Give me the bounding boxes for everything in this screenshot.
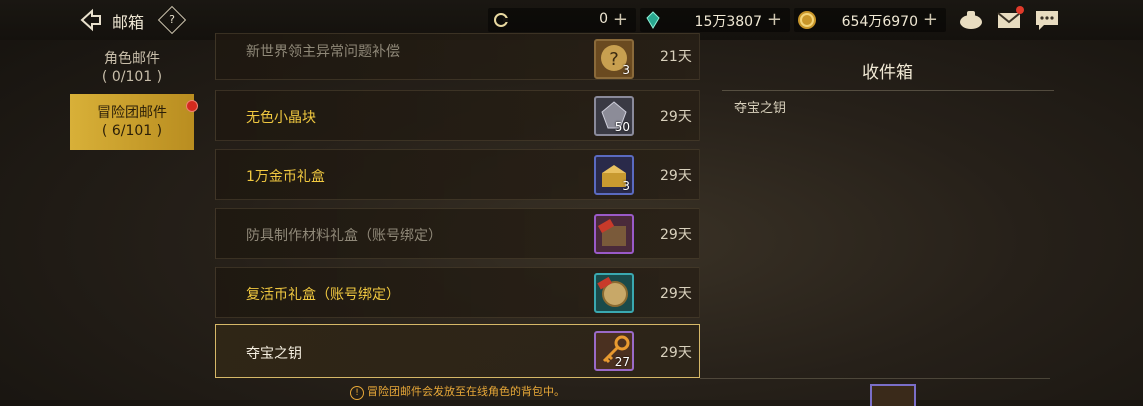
item-count: 3 bbox=[622, 63, 630, 77]
item-count: 27 bbox=[614, 355, 630, 369]
mail-item[interactable]: 防具制作材料礼盒（账号绑定） 29天 bbox=[215, 208, 700, 259]
gold-coin-icon bbox=[798, 11, 816, 29]
key-icon: 27 bbox=[594, 331, 634, 371]
mail-item[interactable]: 新世界领主异常问题补偿 ? 3 21天 bbox=[215, 33, 700, 80]
days-remaining: 21天 bbox=[660, 49, 692, 65]
days-remaining: 29天 bbox=[660, 168, 692, 184]
mail-title: 复活币礼盒（账号绑定） bbox=[246, 287, 400, 303]
gold-chest-icon: 3 bbox=[594, 155, 634, 195]
currency-value: 0 bbox=[599, 11, 608, 27]
mail-title: 夺宝之钥 bbox=[246, 346, 302, 362]
mail-item[interactable]: 复活币礼盒（账号绑定） 29天 bbox=[215, 267, 700, 318]
divider bbox=[700, 378, 1050, 379]
tab-character-mail[interactable]: 角色邮件 ( 0/101 ) bbox=[70, 50, 194, 90]
tab-adventure-team-mail[interactable]: 冒险团邮件 ( 6/101 ) bbox=[70, 94, 198, 150]
mail-title: 新世界领主异常问题补偿 bbox=[246, 44, 400, 60]
add-currency-button[interactable]: + bbox=[613, 9, 628, 30]
tab-label: 冒险团邮件 bbox=[97, 105, 167, 121]
coin-c-icon bbox=[492, 11, 510, 29]
currency-value: 15万3807 bbox=[694, 14, 762, 30]
svg-text:?: ? bbox=[609, 49, 619, 70]
warning-icon: ! bbox=[350, 386, 364, 400]
tab-count: ( 6/101 ) bbox=[101, 123, 163, 139]
divider bbox=[722, 90, 1054, 91]
days-remaining: 29天 bbox=[660, 286, 692, 302]
chat-icon[interactable] bbox=[1034, 9, 1060, 31]
mail-item-selected[interactable]: 夺宝之钥 27 29天 bbox=[215, 324, 700, 378]
tab-count: ( 0/101 ) bbox=[101, 69, 163, 85]
mail-title: 防具制作材料礼盒（账号绑定） bbox=[246, 228, 442, 244]
armor-box-icon bbox=[594, 214, 634, 254]
add-currency-button[interactable]: + bbox=[923, 9, 938, 30]
inbox-title: 收件箱 bbox=[862, 63, 913, 83]
add-currency-button[interactable]: + bbox=[767, 9, 782, 30]
question-mark-icon: ? 3 bbox=[594, 39, 634, 79]
item-count: 3 bbox=[622, 179, 630, 193]
currency-value: 654万6970 bbox=[841, 14, 918, 30]
crystal-icon: 50 bbox=[594, 96, 634, 136]
help-icon[interactable]: ? bbox=[157, 5, 187, 35]
mail-item[interactable]: 1万金币礼盒 3 29天 bbox=[215, 149, 700, 200]
back-arrow-icon[interactable] bbox=[78, 8, 102, 32]
item-count: 50 bbox=[614, 120, 630, 134]
days-remaining: 29天 bbox=[660, 109, 692, 125]
days-remaining: 29天 bbox=[660, 227, 692, 243]
reward-item-slot[interactable] bbox=[870, 384, 916, 406]
currency-c-coin: 0 + bbox=[488, 8, 636, 32]
mail-icon[interactable] bbox=[996, 6, 1024, 31]
pot-icon[interactable] bbox=[958, 9, 984, 31]
notice-text: ! 冒险团邮件会发放至在线角色的背包中。 bbox=[350, 383, 565, 400]
inbox-body: 夺宝之钥 bbox=[734, 101, 787, 116]
mail-item[interactable]: 无色小晶块 50 29天 bbox=[215, 90, 700, 141]
mail-title: 无色小晶块 bbox=[246, 110, 316, 126]
page-title: 邮箱 bbox=[112, 13, 145, 32]
revive-coin-icon bbox=[594, 273, 634, 313]
tab-label: 角色邮件 bbox=[104, 51, 160, 67]
mail-title: 1万金币礼盒 bbox=[246, 169, 325, 185]
currency-gem: 15万3807 + bbox=[640, 8, 790, 32]
days-remaining: 29天 bbox=[660, 345, 692, 361]
notice-label: 冒险团邮件会发放至在线角色的背包中。 bbox=[367, 385, 565, 398]
currency-gold: 654万6970 + bbox=[794, 8, 946, 32]
gem-icon bbox=[644, 11, 662, 29]
notification-dot bbox=[1016, 6, 1024, 14]
notification-dot bbox=[186, 100, 198, 112]
